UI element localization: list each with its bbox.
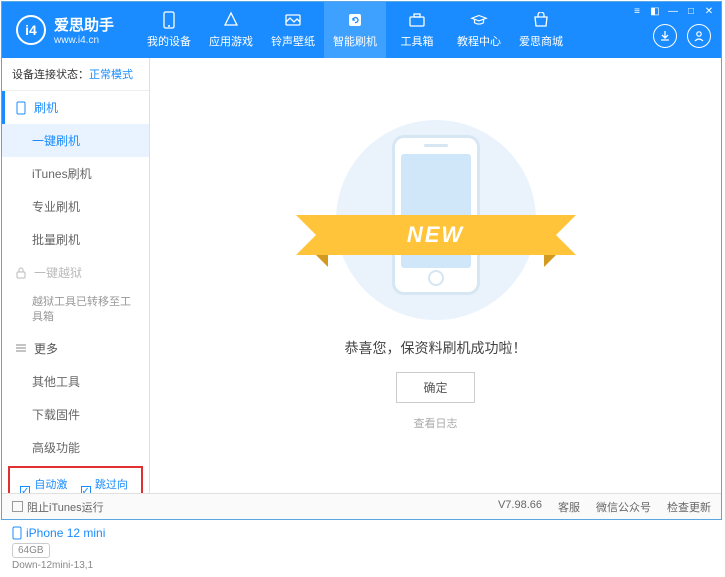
nav-label: 我的设备 [147, 33, 191, 49]
download-icon[interactable] [653, 24, 677, 48]
sidebar-group-more[interactable]: 更多 [2, 332, 149, 365]
conn-mode: 正常模式 [89, 69, 133, 81]
window-controls: ≡ ◧ — □ ✕ [629, 4, 717, 18]
sidebar-group-flash[interactable]: 刷机 [2, 91, 149, 124]
nav-wallpaper[interactable]: 铃声壁纸 [262, 2, 324, 58]
view-log-link[interactable]: 查看日志 [414, 415, 458, 431]
maximize-icon[interactable]: □ [683, 4, 699, 18]
phone-small-icon [14, 101, 28, 115]
footer-version: V7.98.66 [498, 499, 542, 515]
new-ribbon: NEW [316, 215, 556, 255]
cb-label: 阻止iTunes运行 [27, 499, 104, 515]
nav-label: 智能刷机 [333, 33, 377, 49]
group-label: 一键越狱 [34, 264, 82, 281]
store-icon [532, 11, 550, 29]
apps-icon [222, 11, 240, 29]
nav-toolbox[interactable]: 工具箱 [386, 2, 448, 58]
checkbox-block-itunes[interactable]: 阻止iTunes运行 [12, 499, 104, 515]
close-icon[interactable]: ✕ [701, 4, 717, 18]
confirm-button[interactable]: 确定 [396, 372, 474, 403]
sidebar-item-download[interactable]: 下载固件 [2, 398, 149, 431]
sidebar-item-advanced[interactable]: 高级功能 [2, 431, 149, 464]
group-label: 刷机 [34, 99, 58, 116]
sidebar-item-other[interactable]: 其他工具 [2, 365, 149, 398]
sidebar-item-batch[interactable]: 批量刷机 [2, 223, 149, 256]
logo-area: i4 爱思助手 www.i4.cn [2, 14, 128, 46]
footer-support[interactable]: 客服 [558, 499, 580, 515]
sidebar-item-oneclick[interactable]: 一键刷机 [2, 124, 149, 157]
phone-icon [160, 11, 178, 29]
nav-apps[interactable]: 应用游戏 [200, 2, 262, 58]
nav-label: 教程中心 [457, 33, 501, 49]
app-logo-icon: i4 [16, 15, 46, 45]
device-storage: 64GB [12, 543, 50, 558]
jailbreak-note: 越狱工具已转移至工具箱 [2, 289, 149, 332]
skin-icon[interactable]: ◧ [647, 4, 663, 18]
footer-update[interactable]: 检查更新 [667, 499, 711, 515]
device-name: iPhone 12 mini [12, 526, 139, 540]
main-area: NEW 恭喜您，保资料刷机成功啦！ 确定 查看日志 [150, 58, 721, 493]
conn-label: 设备连接状态： [12, 69, 89, 81]
nav-label: 爱思商城 [519, 33, 563, 49]
nav-tutorial[interactable]: 教程中心 [448, 2, 510, 58]
nav-label: 工具箱 [401, 33, 434, 49]
user-icon[interactable] [687, 24, 711, 48]
device-sub: Down-12mini-13,1 [12, 560, 139, 571]
lock-icon [14, 266, 28, 280]
app-name: 爱思助手 [54, 14, 114, 35]
wallpaper-icon [284, 11, 302, 29]
tutorial-icon [470, 11, 488, 29]
success-message: 恭喜您，保资料刷机成功啦！ [345, 338, 527, 358]
nav-label: 应用游戏 [209, 33, 253, 49]
nav-store[interactable]: 爱思商城 [510, 2, 572, 58]
sidebar: 设备连接状态：正常模式 刷机 一键刷机 iTunes刷机 专业刷机 批量刷机 一… [2, 58, 150, 493]
nav-my-device[interactable]: 我的设备 [138, 2, 200, 58]
connection-status: 设备连接状态：正常模式 [2, 58, 149, 91]
sidebar-group-jailbreak[interactable]: 一键越狱 [2, 256, 149, 289]
sidebar-item-pro[interactable]: 专业刷机 [2, 190, 149, 223]
minimize-icon[interactable]: — [665, 4, 681, 18]
toolbox-icon [408, 11, 426, 29]
footer-wechat[interactable]: 微信公众号 [596, 499, 651, 515]
more-icon [14, 341, 28, 355]
footer: 阻止iTunes运行 V7.98.66 客服 微信公众号 检查更新 [2, 493, 721, 519]
refresh-icon [346, 11, 364, 29]
header: i4 爱思助手 www.i4.cn 我的设备 应用游戏 铃声壁纸 智能刷机 [2, 2, 721, 58]
device-icon [12, 526, 22, 540]
nav-flash[interactable]: 智能刷机 [324, 2, 386, 58]
group-label: 更多 [34, 340, 58, 357]
success-illustration: NEW [336, 120, 536, 320]
device-block[interactable]: iPhone 12 mini 64GB Down-12mini-13,1 [2, 520, 149, 577]
menu-icon[interactable]: ≡ [629, 4, 645, 18]
app-url: www.i4.cn [54, 35, 114, 46]
sidebar-item-itunes[interactable]: iTunes刷机 [2, 157, 149, 190]
nav-label: 铃声壁纸 [271, 33, 315, 49]
